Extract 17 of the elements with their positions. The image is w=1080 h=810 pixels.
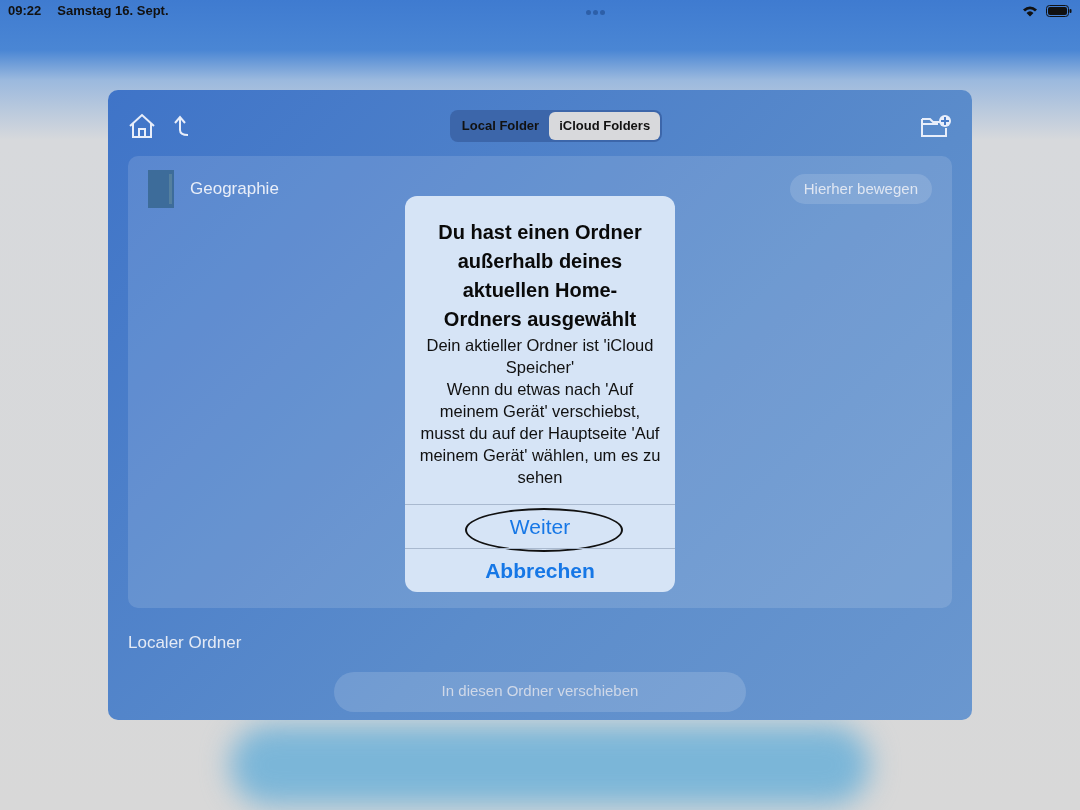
folder-name[interactable]: Geographie bbox=[190, 176, 279, 202]
status-date: Samstag 16. Sept. bbox=[57, 2, 169, 21]
alert-button[interactable]: Weiter bbox=[405, 504, 675, 548]
new-folder-icon[interactable] bbox=[920, 114, 952, 138]
home-icon[interactable] bbox=[128, 113, 156, 139]
move-here-button[interactable]: Hierher bewegen bbox=[789, 173, 932, 205]
alert-message: Dein aktieller Ordner ist 'iCloud Speicher' bbox=[425, 335, 655, 378]
folder-tab[interactable]: iCloud Folders bbox=[549, 112, 661, 140]
folder-tab[interactable]: Local Folder bbox=[451, 112, 550, 140]
alert-message: Wenn du etwas nach 'Auf meinem Gerät' verschiebst, musst du auf der Hauptseite 'Auf meinem Gerät' wählen, um es zu sehen bbox=[419, 379, 661, 488]
alert-title: Du hast einen Ordner außerhalb deines aktuellen Home-Ordners ausgewählt bbox=[437, 220, 643, 332]
status-time: 09:22 bbox=[8, 2, 42, 21]
battery-icon bbox=[1046, 5, 1072, 17]
section-label: Localer Ordner bbox=[128, 632, 243, 654]
folder-icon bbox=[148, 170, 174, 208]
alert-button[interactable]: Abbrechen bbox=[405, 548, 675, 592]
wifi-icon bbox=[1022, 5, 1038, 17]
